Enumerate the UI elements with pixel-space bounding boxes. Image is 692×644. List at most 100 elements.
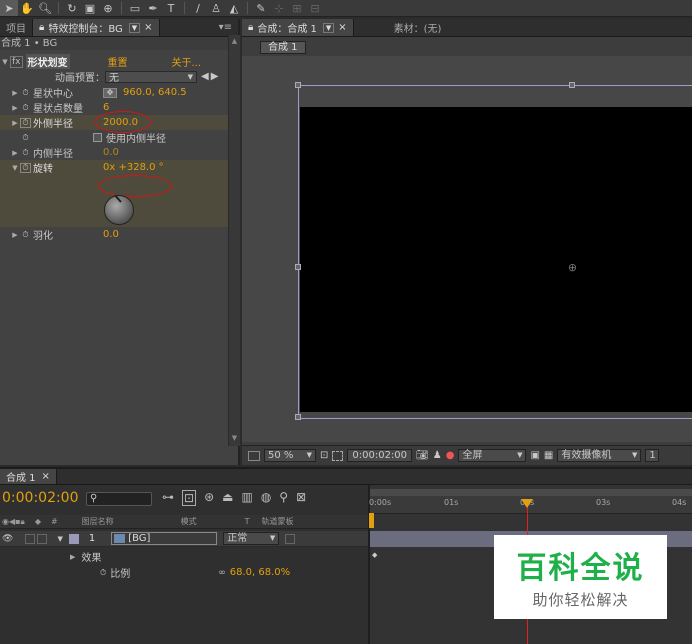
blend-mode-dropdown[interactable]: 正常 ▼ <box>223 532 280 545</box>
expand-arrow-icon[interactable]: ▶ <box>10 89 20 97</box>
keyframe-marker[interactable]: ◆ <box>372 551 377 559</box>
axis-mode-icon[interactable]: ⊟ <box>306 0 324 16</box>
layer-search-input[interactable]: ⚲ <box>86 492 152 506</box>
graph-editor-icon[interactable]: ⚲ <box>279 490 288 506</box>
constrain-proportions-icon[interactable]: ∞ <box>218 568 226 578</box>
puppet-pin-icon[interactable]: ✎ <box>252 0 270 16</box>
property-value[interactable]: 0.0 <box>103 147 119 158</box>
lock-switch[interactable] <box>37 533 48 544</box>
checkbox[interactable] <box>93 133 102 142</box>
timeline-scale-row[interactable]: ⏱︎ 比例 ∞ 68.0, 68.0% <box>100 565 368 580</box>
dropdown-arrow-icon[interactable]: ▼ <box>128 22 141 33</box>
expand-arrow-icon[interactable]: ▶ <box>10 119 20 127</box>
comp-navigator-button[interactable]: 合成 1 <box>260 41 306 54</box>
stopwatch-icon[interactable]: ⏱︎ <box>20 230 31 240</box>
label-color-swatch[interactable] <box>68 533 79 544</box>
expand-arrow-icon[interactable]: ▶ <box>70 553 75 561</box>
expand-layer-icon[interactable]: ▼ <box>57 535 62 543</box>
current-time-field[interactable]: 0:00:02:00 <box>347 449 413 462</box>
collapse-arrow-icon[interactable]: ▼ <box>10 164 20 172</box>
layer-handle[interactable] <box>295 414 301 420</box>
stopwatch-active-icon[interactable]: ⏱︎ <box>20 162 31 173</box>
panel-menu-icon[interactable]: ▾≡ <box>219 22 238 36</box>
draft-3d-icon[interactable]: ⊛ <box>204 490 214 506</box>
always-preview-icon[interactable] <box>248 450 260 461</box>
close-icon[interactable]: × <box>338 22 346 33</box>
zoom-tool-icon[interactable]: 🔍︎ <box>36 0 54 16</box>
stopwatch-icon[interactable]: ⏱︎ <box>100 568 106 578</box>
brush-tool-icon[interactable]: / <box>189 0 207 16</box>
axis-mode-icon[interactable]: ⊹ <box>270 0 288 16</box>
expand-arrow-icon[interactable]: ▶ <box>10 231 20 239</box>
comp-mini-flowchart-icon[interactable]: ⊶ <box>162 490 174 506</box>
timeline-effects-row[interactable]: ▶ 效果 <box>70 549 101 565</box>
tab-project[interactable]: 项目 <box>0 19 33 36</box>
next-preset-icon[interactable]: ▶ <box>211 71 219 82</box>
tab-footage[interactable]: 素材：(无) <box>354 19 448 36</box>
camera-tool-icon[interactable]: ▣ <box>81 0 99 16</box>
stopwatch-active-icon[interactable]: ⏱︎ <box>20 117 31 128</box>
camera-view-dropdown[interactable]: 有效摄像机 ▼ <box>557 449 642 462</box>
selection-tool-icon[interactable]: ➤ <box>0 0 18 16</box>
property-row-inner-radius[interactable]: ▶ ⏱︎ 内侧半径 0.0 <box>0 145 228 160</box>
tab-composition[interactable]: 🔒︎ 合成：合成 1 ▼ × <box>242 19 354 36</box>
effect-controls-scrollbar[interactable]: ▲ ▼ <box>228 35 240 446</box>
scroll-down-icon[interactable]: ▼ <box>230 434 239 444</box>
dropdown-arrow-icon[interactable]: ▼ <box>322 22 335 33</box>
tab-timeline-comp[interactable]: 合成 1 × <box>0 469 57 484</box>
property-value[interactable]: 0.0 <box>103 229 119 240</box>
safe-margins-icon[interactable]: ⊡ <box>320 450 328 461</box>
layer-handle[interactable] <box>295 82 301 88</box>
close-icon[interactable]: × <box>144 22 152 33</box>
pen-tool-icon[interactable]: ✒ <box>144 0 162 16</box>
timeline-layer-row[interactable]: 👁︎ ▼ 1 [BG] 正常 ▼ <box>0 531 368 547</box>
property-value[interactable]: 960.0, 640.5 <box>123 87 187 98</box>
frame-blending-icon[interactable]: ▥ <box>241 490 252 506</box>
pan-behind-icon[interactable]: ⊕ <box>99 0 117 16</box>
stopwatch-icon[interactable]: ⏱︎ <box>20 103 31 113</box>
brainstorm-icon[interactable]: ⊠ <box>296 490 306 506</box>
channel-color-icon[interactable]: ● <box>446 450 455 461</box>
reset-link[interactable]: 重置 <box>108 54 128 69</box>
layer-name-field[interactable]: [BG] <box>111 532 218 545</box>
transparency-grid-icon[interactable]: ▦ <box>544 450 553 461</box>
preserve-transparency-checkbox[interactable] <box>285 533 296 544</box>
property-value[interactable]: 6 <box>103 102 109 113</box>
axis-mode-icon[interactable]: ⊞ <box>288 0 306 16</box>
timeline-current-time[interactable]: 0:00:02:00 <box>2 490 79 506</box>
views-dropdown[interactable]: 1 <box>645 449 660 462</box>
rotate-tool-icon[interactable]: ↻ <box>63 0 81 16</box>
previous-preset-icon[interactable]: ◀ <box>201 71 209 82</box>
scale-value[interactable]: 68.0, 68.0% <box>230 567 290 578</box>
property-row-use-inner-radius[interactable]: ⏱︎ 使用内侧半径 <box>0 130 228 146</box>
solo-switch[interactable] <box>25 533 36 544</box>
hand-tool-icon[interactable]: ✋ <box>18 0 36 16</box>
work-area-start[interactable] <box>369 513 374 528</box>
stopwatch-icon[interactable]: ⏱︎ <box>20 88 31 98</box>
region-of-interest-icon[interactable] <box>332 450 344 461</box>
snapshot-camera-icon[interactable]: 📷︎ <box>416 450 429 461</box>
rotation-dial[interactable] <box>104 194 134 225</box>
property-row-feather[interactable]: ▶ ⏱︎ 羽化 0.0 <box>0 227 228 242</box>
expand-arrow-icon[interactable]: ▶ <box>10 149 20 157</box>
expand-arrow-icon[interactable]: ▶ <box>10 104 20 112</box>
close-icon[interactable]: × <box>42 471 50 482</box>
live-update-icon[interactable]: ⊡ <box>182 490 197 506</box>
effect-header-row[interactable]: ▼ fx 形状划变 重置 关于... <box>0 54 228 69</box>
eraser-icon[interactable]: ◭ <box>225 0 243 16</box>
layer-handle[interactable] <box>569 82 575 88</box>
zoom-dropdown[interactable]: 50 % ▼ <box>264 449 316 462</box>
crosshair-target-icon[interactable]: ✥ <box>103 87 117 98</box>
motion-blur-icon[interactable]: ◍ <box>261 490 271 506</box>
stopwatch-icon[interactable]: ⏱︎ <box>20 148 31 158</box>
fx-toggle-icon[interactable]: fx <box>10 55 23 68</box>
resolution-dropdown[interactable]: 全屏 ▼ <box>458 449 527 462</box>
scroll-up-icon[interactable]: ▲ <box>230 37 239 47</box>
clone-stamp-icon[interactable]: ♙ <box>207 0 225 16</box>
layer-handle[interactable] <box>295 264 301 270</box>
composition-canvas[interactable] <box>300 107 692 412</box>
about-link[interactable]: 关于... <box>172 54 202 69</box>
current-time-indicator-head[interactable] <box>521 499 533 508</box>
property-value[interactable]: 0x +328.0 ° <box>103 162 164 173</box>
rectangle-tool-icon[interactable]: ▭ <box>126 0 144 16</box>
